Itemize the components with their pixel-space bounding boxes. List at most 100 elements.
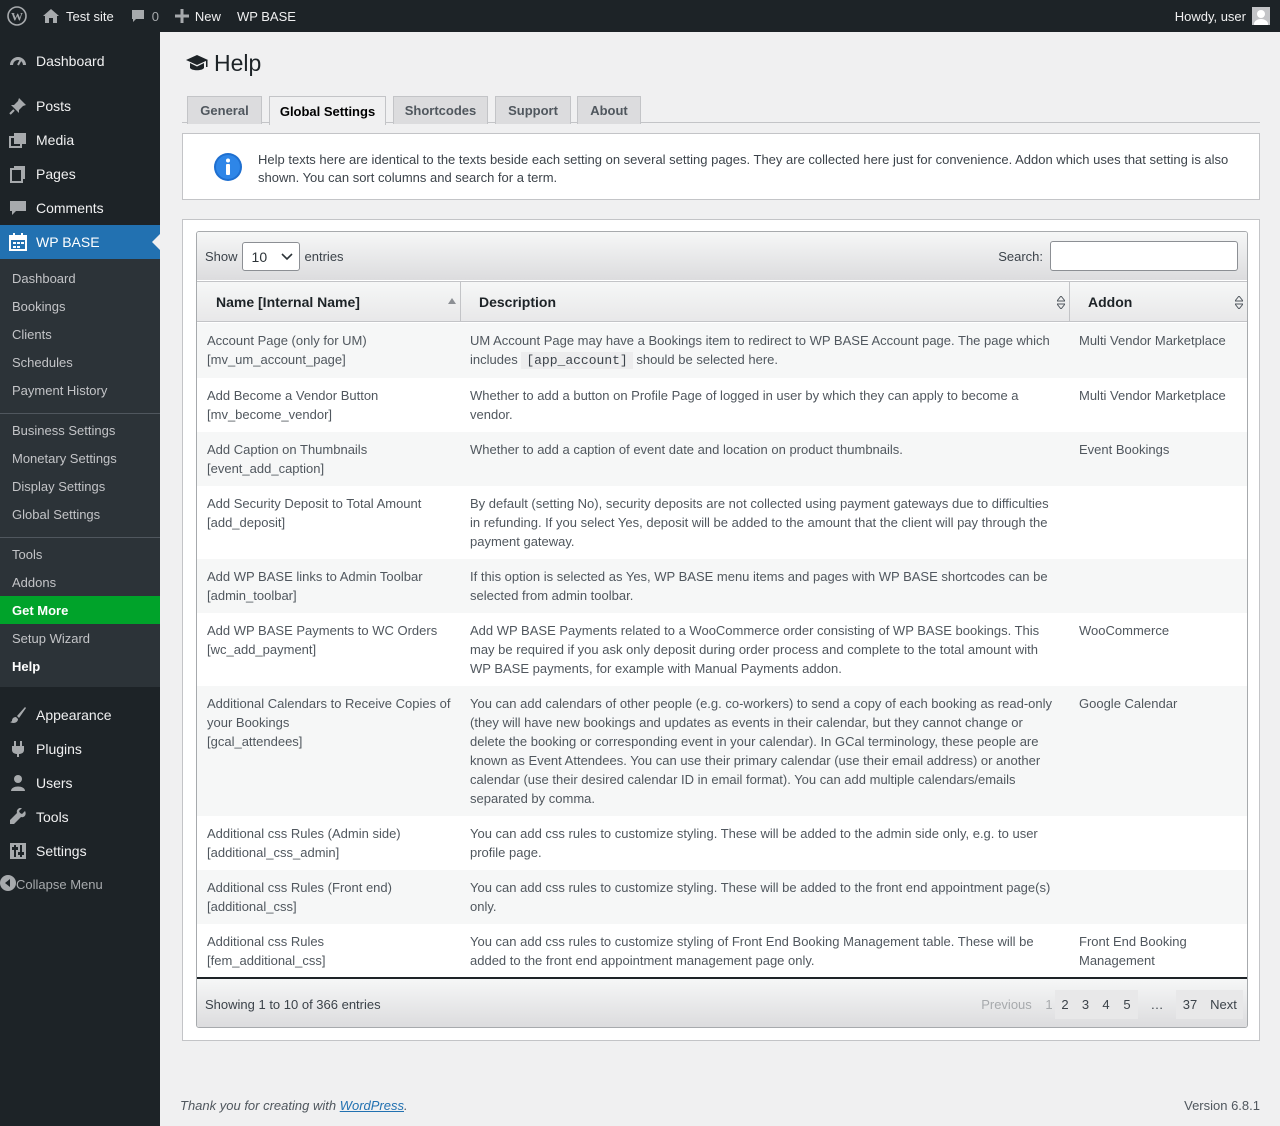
comments-link[interactable]: 0 (122, 0, 167, 32)
pagination-next[interactable]: Next (1204, 990, 1243, 1019)
submenu-dashboard[interactable]: Dashboard (0, 264, 160, 292)
menu-item-users[interactable]: Users (0, 766, 160, 800)
column-header-addon[interactable]: Addon (1070, 282, 1247, 322)
site-name-link[interactable]: Test site (34, 0, 122, 32)
home-icon (42, 8, 60, 24)
wordpress-link[interactable]: WordPress (340, 1098, 404, 1113)
submenu-tools[interactable]: Tools (0, 540, 160, 568)
menu-item-media[interactable]: Media (0, 123, 160, 157)
svg-text:W: W (11, 10, 23, 24)
pagination-page[interactable]: 5 (1116, 990, 1138, 1019)
submenu-bookings[interactable]: Bookings (0, 292, 160, 320)
pagination-page[interactable]: 3 (1075, 990, 1096, 1019)
submenu-schedules[interactable]: Schedules (0, 348, 160, 376)
pages-icon (0, 165, 36, 183)
submenu-monetary-settings[interactable]: Monetary Settings (0, 444, 160, 472)
user-account-menu[interactable]: Howdy, user (1167, 0, 1280, 32)
setting-description-cell: You can add css rules to customize styli… (470, 880, 1051, 914)
pagination-previous[interactable]: Previous (970, 990, 1043, 1019)
submenu-addons[interactable]: Addons (0, 568, 160, 596)
submenu-separator (0, 413, 160, 414)
menu-item-comments[interactable]: Comments (0, 191, 160, 225)
tab-support[interactable]: Support (495, 96, 571, 124)
menu-item-dashboard[interactable]: Dashboard (0, 44, 160, 78)
table-row: Additional css Rules (Front end) [additio… (197, 870, 1247, 924)
plugin-icon (0, 740, 36, 758)
wpbase-submenu: Dashboard Bookings Clients Schedules Pay… (0, 259, 160, 687)
setting-name-cell: Add Caption on Thumbnails [event_add_capt… (207, 442, 368, 476)
datatable-footer: Showing 1 to 10 of 366 entries Previous … (197, 977, 1247, 1027)
submenu-get-more[interactable]: Get More (0, 596, 160, 624)
column-header-description[interactable]: Description (461, 282, 1070, 322)
tab-general[interactable]: General (187, 96, 262, 124)
column-header-name[interactable]: Name [Internal Name] (197, 282, 461, 322)
pagination-page[interactable]: 37 (1176, 990, 1204, 1019)
new-content-link[interactable]: New (167, 0, 229, 32)
wordpress-logo-icon[interactable]: W (0, 0, 34, 32)
table-row: Additional Calendars to Receive Copies o… (197, 686, 1247, 816)
table-header: Name [Internal Name] Description Addon (197, 281, 1247, 322)
help-table-panel: Show 10 entries Search: Name [Internal N… (182, 219, 1260, 1041)
dashboard-icon (0, 52, 36, 70)
submenu-setup-wizard[interactable]: Setup Wizard (0, 624, 160, 652)
pagination: Previous 1 2 3 4 5 … 37 Next (970, 990, 1243, 1019)
menu-item-plugins[interactable]: Plugins (0, 732, 160, 766)
tab-global-settings[interactable]: Global Settings (269, 96, 386, 125)
users-icon (0, 774, 36, 792)
search-control: Search: (998, 241, 1238, 271)
main-content: Help General Global Settings Shortcodes … (160, 32, 1280, 1126)
setting-description-cell: Whether to add a caption of event date a… (470, 442, 903, 457)
setting-description-cell: By default (setting No), security deposi… (470, 496, 1049, 549)
setting-name-cell: Add Become a Vendor Button [mv_become_ven… (207, 388, 379, 422)
pushpin-icon (0, 97, 36, 115)
search-input[interactable] (1050, 241, 1238, 271)
submenu-clients[interactable]: Clients (0, 320, 160, 348)
pagination-page[interactable]: 2 (1055, 990, 1075, 1019)
entries-length-control: Show 10 entries (205, 242, 344, 271)
table-row: Add WP BASE Payments to WC Orders [wc_add… (197, 613, 1247, 686)
brush-icon (0, 706, 36, 724)
comment-bubble-icon (130, 8, 146, 24)
collapse-menu-button[interactable]: Collapse Menu (0, 867, 160, 901)
menu-item-appearance[interactable]: Appearance (0, 698, 160, 732)
submenu-help[interactable]: Help (0, 652, 160, 680)
menu-item-pages[interactable]: Pages (0, 157, 160, 191)
tab-shortcodes[interactable]: Shortcodes (393, 96, 488, 124)
info-notice: Help texts here are identical to the tex… (182, 133, 1260, 200)
table-row: Additional css Rules [fem_additional_css]… (197, 924, 1247, 977)
settings-icon (0, 842, 36, 860)
setting-addon-cell: Multi Vendor Marketplace (1079, 388, 1226, 403)
page-title: Help (186, 50, 261, 77)
calendar-icon (0, 233, 36, 251)
setting-description-cell: You can add calendars of other people (e… (470, 696, 1052, 806)
footer-thanks: Thank you for creating with WordPress. (180, 1098, 408, 1113)
sort-both-icon (1235, 296, 1243, 309)
menu-item-wpbase[interactable]: WP BASE (0, 225, 160, 259)
menu-item-posts[interactable]: Posts (0, 89, 160, 123)
submenu-global-settings[interactable]: Global Settings (0, 500, 160, 528)
chevron-down-icon (280, 252, 293, 260)
wpbase-toolbar-link[interactable]: WP BASE (229, 0, 304, 32)
submenu-business-settings[interactable]: Business Settings (0, 416, 160, 444)
entries-info: Showing 1 to 10 of 366 entries (205, 997, 381, 1012)
menu-item-tools[interactable]: Tools (0, 800, 160, 834)
setting-description-cell: If this option is selected as Yes, WP BA… (470, 569, 1048, 603)
table-row: Account Page (only for UM) [mv_um_account… (197, 323, 1247, 378)
setting-description-cell: You can add css rules to customize styli… (470, 934, 1034, 968)
table-row: Additional css Rules (Admin side) [additi… (197, 816, 1247, 870)
entries-select[interactable]: 10 (241, 242, 300, 271)
submenu-separator (0, 537, 160, 538)
setting-name-cell: Additional css Rules (Admin side) [additi… (207, 826, 401, 860)
submenu-display-settings[interactable]: Display Settings (0, 472, 160, 500)
tab-about[interactable]: About (577, 96, 641, 124)
pagination-page-current[interactable]: 1 (1043, 990, 1055, 1019)
setting-name-cell: Account Page (only for UM) [mv_um_account… (207, 333, 367, 367)
submenu-payment-history[interactable]: Payment History (0, 376, 160, 404)
graduation-cap-icon (186, 54, 208, 74)
pagination-page[interactable]: 4 (1096, 990, 1116, 1019)
setting-name-cell: Additional css Rules (Front end) [additio… (207, 880, 392, 914)
setting-description-cell: Whether to add a button on Profile Page … (470, 388, 1019, 422)
pagination-ellipsis: … (1150, 997, 1164, 1012)
menu-item-settings[interactable]: Settings (0, 834, 160, 868)
setting-name-cell: Add Security Deposit to Total Amount [add… (207, 496, 422, 530)
